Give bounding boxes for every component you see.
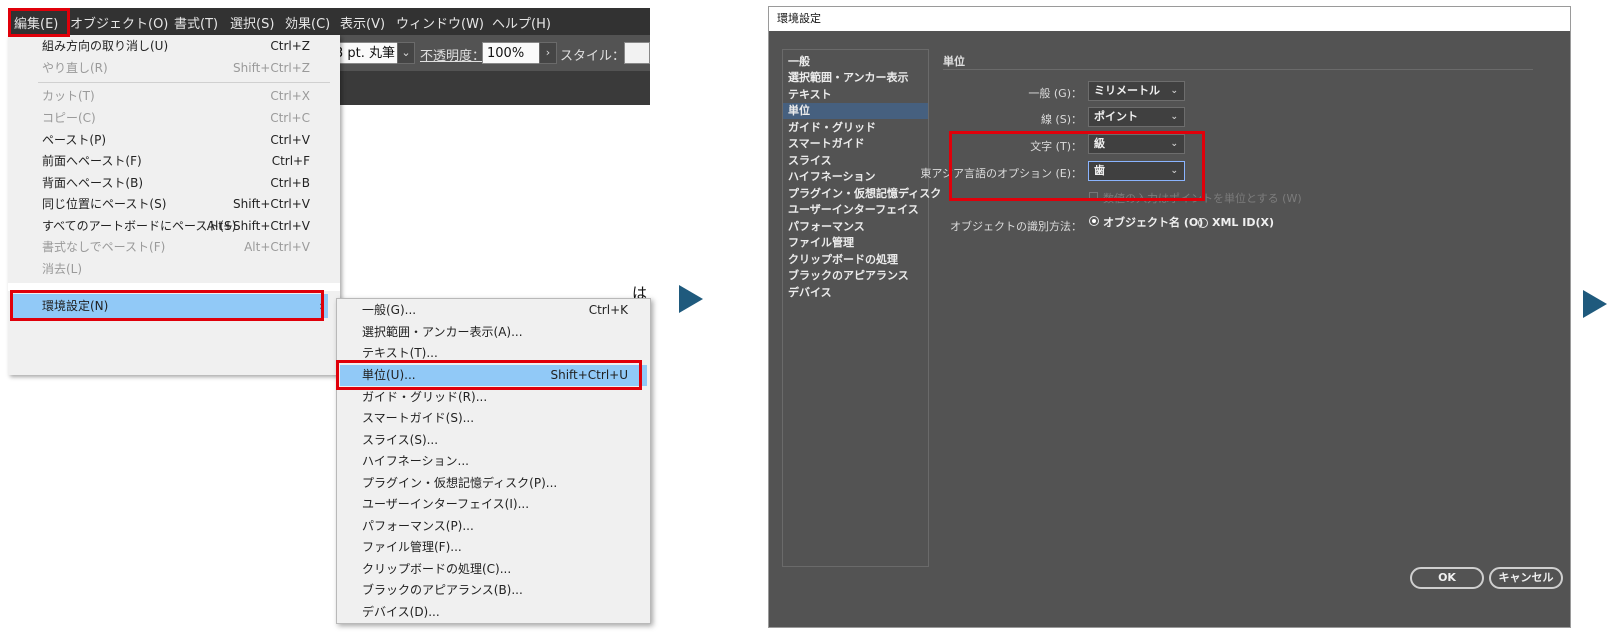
submenu-item-slices[interactable]: スライス(S)...: [337, 430, 650, 451]
highlight-units: [336, 360, 642, 390]
chevron-down-icon: ⌄: [1170, 112, 1178, 122]
menu-type[interactable]: 書式(T): [174, 13, 218, 32]
nav-item-plugins[interactable]: プラグイン・仮想記憶ディスク: [783, 186, 941, 202]
opacity-label[interactable]: 不透明度：: [420, 45, 485, 64]
stroke-units-select[interactable]: ポイント ⌄: [1088, 107, 1185, 127]
submenu-item-user-interface[interactable]: ユーザーインターフェイス(I)...: [337, 494, 650, 515]
nav-item-black-appearance[interactable]: ブラックのアピアランス: [783, 268, 928, 284]
submenu-item-devices[interactable]: デバイス(D)...: [337, 602, 650, 623]
step-arrow-icon: [679, 285, 703, 313]
nav-item-guides-grid[interactable]: ガイド・グリッド: [783, 120, 928, 136]
submenu-item-selection[interactable]: 選択範囲・アンカー表示(A)...: [337, 322, 650, 343]
radio-object-name-label: オブジェクト名 (O): [1103, 216, 1204, 229]
step-arrow-icon-2: [1583, 290, 1607, 318]
section-divider: [943, 69, 1533, 70]
nav-item-performance[interactable]: パフォーマンス: [783, 219, 928, 235]
radio-xml-id-label: XML ID(X): [1212, 216, 1275, 229]
nav-item-general[interactable]: 一般: [783, 54, 928, 70]
nav-item-units[interactable]: 単位: [783, 103, 928, 119]
radio-selected-dot-icon: [1092, 219, 1096, 223]
submenu-item-clipboard[interactable]: クリップボードの処理(C)...: [337, 559, 650, 580]
section-title: 単位: [943, 55, 965, 68]
menu-item-paste-in-place[interactable]: 同じ位置にペースト(S) Shift+Ctrl+V: [8, 194, 340, 215]
nav-item-file-handling[interactable]: ファイル管理: [783, 235, 928, 251]
nav-item-clipboard[interactable]: クリップボードの処理: [783, 252, 928, 268]
menu-item-paste-unformatted[interactable]: 書式なしでペースト(F) Alt+Ctrl+V: [8, 237, 340, 258]
menu-select[interactable]: 選択(S): [230, 13, 274, 32]
identify-objects-label: オブジェクトの識別方法：: [950, 220, 1082, 233]
opacity-chevron-icon[interactable]: ›: [539, 42, 557, 64]
menu-view[interactable]: 表示(V): [340, 13, 385, 32]
nav-item-text[interactable]: テキスト: [783, 87, 928, 103]
style-label: スタイル：: [560, 49, 626, 64]
brush-chevron-icon[interactable]: ⌄: [397, 42, 415, 64]
menu-item-paste-front[interactable]: 前面へペースト(F) Ctrl+F: [8, 151, 340, 172]
dialog-title: 環境設定: [769, 7, 1570, 31]
submenu-item-general[interactable]: 一般(G)... Ctrl+K: [337, 300, 650, 321]
ok-button[interactable]: OK: [1410, 567, 1484, 589]
brush-dropdown[interactable]: 3 pt. 丸筆: [330, 42, 398, 64]
general-units-select[interactable]: ミリメートル ⌄: [1088, 81, 1185, 101]
nav-item-slices[interactable]: スライス: [783, 153, 928, 169]
submenu-item-file-handling[interactable]: ファイル管理(F)...: [337, 537, 650, 558]
nav-item-user-interface[interactable]: ユーザーインターフェイス: [783, 202, 928, 218]
nav-item-hyphenation[interactable]: ハイフネーション: [783, 169, 928, 185]
submenu-item-performance[interactable]: パフォーマンス(P)...: [337, 516, 650, 537]
menu-help[interactable]: ヘルプ(H): [492, 13, 551, 32]
menu-item-paste-all-artboards[interactable]: すべてのアートボードにペースト(S) Alt+Shift+Ctrl+V: [8, 216, 340, 237]
highlight-type-units: [949, 131, 1205, 201]
submenu-item-guides-grid[interactable]: ガイド・グリッド(R)...: [337, 387, 650, 408]
nav-item-devices[interactable]: デバイス: [783, 285, 928, 301]
opacity-input[interactable]: 100%: [482, 42, 540, 64]
submenu-item-hyphenation[interactable]: ハイフネーション...: [337, 451, 650, 472]
chevron-down-icon: ⌄: [1170, 86, 1178, 96]
highlight-edit-menu: [8, 8, 70, 37]
general-units-label: 一般 (G)：: [1028, 87, 1082, 100]
menu-item-clear[interactable]: 消去(L): [8, 259, 340, 280]
edit-menu-dropdown: 組み方向の取り消し(U) Ctrl+Z やり直し(R) Shift+Ctrl+Z カ…: [8, 35, 340, 375]
menu-item-redo[interactable]: やり直し(R) Shift+Ctrl+Z: [8, 58, 340, 79]
menu-bar: 編集(E) オブジェクト(O) 書式(T) 選択(S) 効果(C) 表示(V) …: [8, 8, 650, 35]
stroke-units-label: 線 (S)：: [1040, 113, 1082, 126]
menu-separator: [38, 82, 330, 83]
cancel-button[interactable]: キャンセル: [1489, 567, 1563, 589]
menu-object[interactable]: オブジェクト(O): [70, 13, 168, 32]
radio-xml-id[interactable]: [1198, 218, 1208, 228]
menu-item-paste[interactable]: ペースト(P) Ctrl+V: [8, 130, 340, 151]
nav-item-smart-guides[interactable]: スマートガイド: [783, 136, 928, 152]
menu-window[interactable]: ウィンドウ(W): [396, 13, 484, 32]
style-swatch[interactable]: [624, 42, 650, 64]
menu-item-copy[interactable]: コピー(C) Ctrl+C: [8, 108, 340, 129]
nav-item-selection[interactable]: 選択範囲・アンカー表示: [783, 70, 928, 86]
menu-item-cut[interactable]: カット(T) Ctrl+X: [8, 86, 340, 107]
preferences-submenu: 一般(G)... Ctrl+K 選択範囲・アンカー表示(A)... テキスト(T)…: [336, 298, 651, 624]
preferences-dialog: 環境設定 一般 選択範囲・アンカー表示 テキスト 単位 ガイド・グリッド スマー…: [768, 6, 1571, 628]
radio-object-name[interactable]: [1089, 216, 1099, 226]
preferences-nav: 一般 選択範囲・アンカー表示 テキスト 単位 ガイド・グリッド スマートガイド …: [782, 49, 941, 567]
submenu-item-smart-guides[interactable]: スマートガイド(S)...: [337, 408, 650, 429]
menu-effect[interactable]: 効果(C): [285, 13, 330, 32]
menu-item-undo[interactable]: 組み方向の取り消し(U) Ctrl+Z: [8, 36, 340, 57]
highlight-preferences: [10, 290, 324, 321]
menu-item-paste-back[interactable]: 背面へペースト(B) Ctrl+B: [8, 173, 340, 194]
artboard-canvas[interactable]: [340, 105, 650, 295]
submenu-item-plugins[interactable]: プラグイン・仮想記憶ディスク(P)...: [337, 473, 650, 494]
submenu-item-black-appearance[interactable]: ブラックのアピアランス(B)...: [337, 580, 650, 601]
